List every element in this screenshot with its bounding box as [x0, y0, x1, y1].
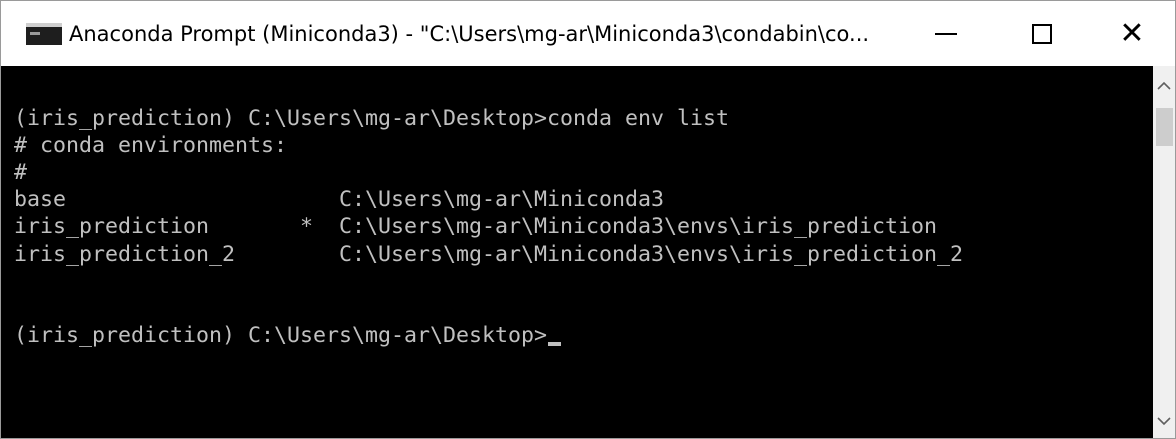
close-button[interactable]: ✕ — [1087, 1, 1176, 66]
close-icon: ✕ — [1119, 15, 1145, 51]
vertical-scrollbar[interactable] — [1153, 66, 1175, 438]
console-prompt: (iris_prediction) C:\Users\mg-ar\Desktop… — [14, 322, 548, 348]
maximize-button[interactable] — [997, 1, 1087, 66]
console-line: # — [14, 160, 28, 186]
minimize-icon — [935, 32, 957, 35]
console-app-icon[interactable] — [26, 22, 62, 45]
scroll-thumb[interactable] — [1156, 108, 1173, 146]
console-line: (iris_prediction) C:\Users\mg-ar\Desktop… — [14, 106, 730, 132]
maximize-icon — [1032, 23, 1052, 44]
text-cursor — [548, 341, 562, 346]
scroll-down-arrow-icon[interactable] — [1153, 410, 1175, 432]
window-title: Anaconda Prompt (Miniconda3) - "C:\Users… — [69, 21, 870, 46]
console-line: base C:\Users\mg-ar\Miniconda3 — [14, 187, 665, 213]
console-output[interactable]: (iris_prediction) C:\Users\mg-ar\Desktop… — [1, 66, 1153, 438]
console-window: Anaconda Prompt (Miniconda3) - "C:\Users… — [0, 0, 1176, 439]
title-bar[interactable]: Anaconda Prompt (Miniconda3) - "C:\Users… — [1, 1, 1175, 66]
console-prompt-line[interactable]: (iris_prediction) C:\Users\mg-ar\Desktop… — [14, 322, 1153, 349]
console-line: iris_prediction_2 C:\Users\mg-ar\Minicon… — [14, 241, 964, 267]
minimize-button[interactable] — [901, 1, 991, 66]
scroll-up-arrow-icon[interactable] — [1153, 74, 1175, 96]
console-line: # conda environments: — [14, 133, 288, 159]
console-line: iris_prediction * C:\Users\mg-ar\Minicon… — [14, 214, 938, 240]
